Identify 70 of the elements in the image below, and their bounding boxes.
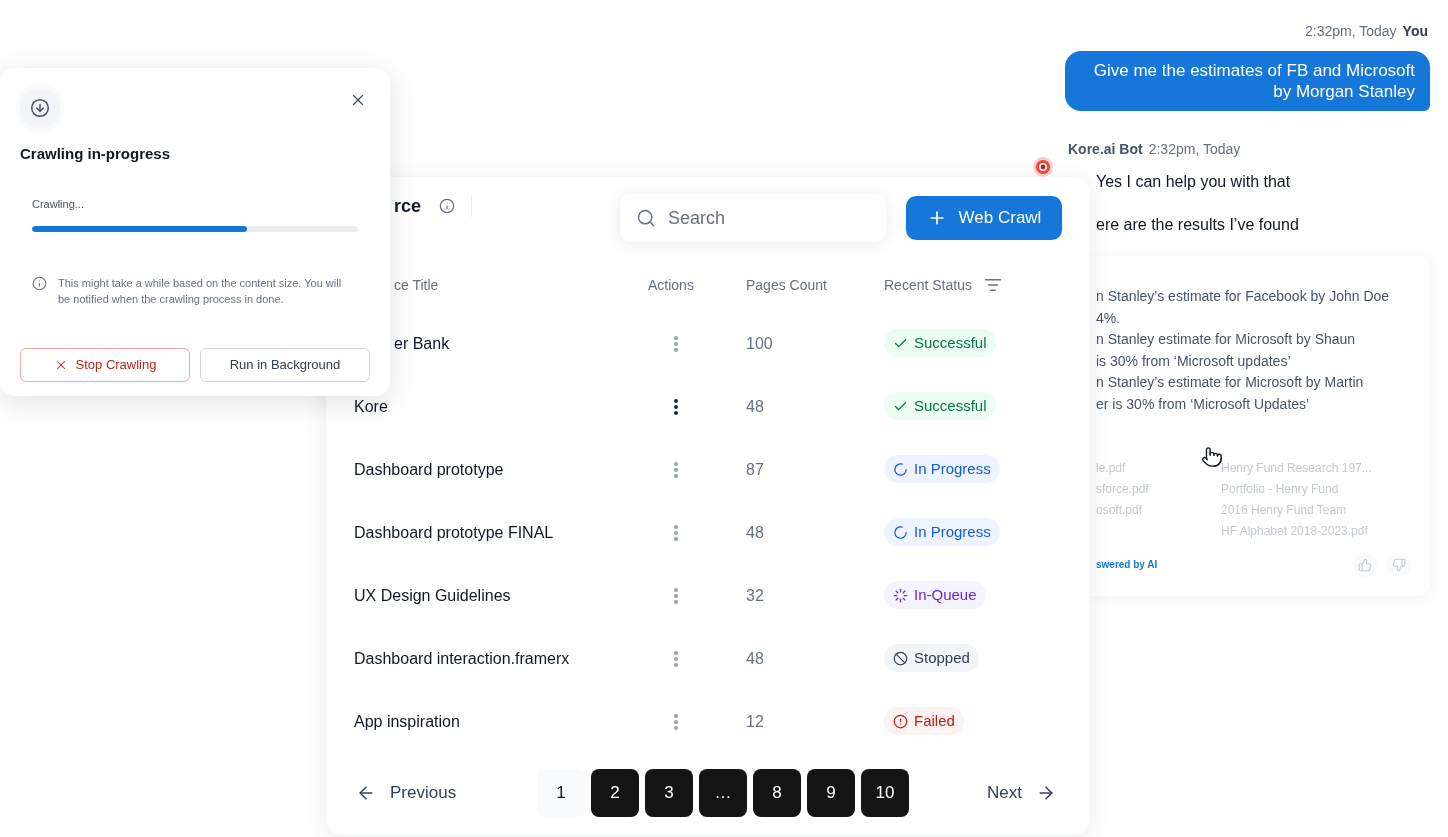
- status-label: Stopped: [914, 648, 970, 669]
- page-button[interactable]: 3: [645, 769, 693, 817]
- search-field[interactable]: Search: [620, 194, 886, 242]
- info-icon: [32, 276, 47, 291]
- status-label: In Progress: [914, 459, 991, 480]
- answer-text: n Stanley’s estimate for Microsoft by Martin: [1096, 373, 1364, 392]
- row-title: UX Design Guidelines: [354, 586, 511, 604]
- previous-button[interactable]: Previous: [356, 780, 457, 806]
- row-title: er Bank: [394, 334, 450, 352]
- pages-count: 48: [746, 649, 764, 667]
- page-button[interactable]: 10: [861, 769, 909, 817]
- status-label: Successful: [914, 396, 987, 417]
- message-time: 2:32pm, Today: [1305, 22, 1397, 41]
- row-title: App inspiration: [354, 712, 460, 730]
- bot-message-text: ere are the results I’ve found: [1096, 215, 1299, 235]
- spinner-icon: [893, 461, 908, 477]
- spinner-icon: [893, 524, 908, 540]
- page-button[interactable]: 8: [753, 769, 801, 817]
- pages-count: 12: [746, 712, 764, 730]
- web-crawl-button[interactable]: Web Crawl: [906, 196, 1062, 240]
- page-button[interactable]: 9: [807, 769, 855, 817]
- progress-label: Crawling...: [32, 197, 85, 211]
- dialog-title: Crawling in-progress: [20, 144, 172, 164]
- row-title: Dashboard prototype FINAL: [354, 523, 554, 541]
- answer-text: n Stanley’s estimate for Facebook by John Doe: [1096, 287, 1390, 306]
- column-header: Actions: [648, 276, 694, 295]
- thumbs-up-button[interactable]: [1353, 553, 1377, 577]
- status-label: In-Queue: [914, 585, 977, 606]
- answer-text: er is 30% from ‘Microsoft Updates’: [1096, 394, 1310, 414]
- row-title: Dashboard prototype: [354, 460, 504, 478]
- pages-count: 32: [746, 586, 764, 604]
- user-message-bubble: Give me the estimates of FB and Microsoft by Morgan Stanley: [1065, 51, 1430, 111]
- stop-crawling-button[interactable]: Stop Crawling: [20, 348, 190, 382]
- sender-name: Kore.ai Bot: [1068, 140, 1143, 159]
- row-title: Dashboard interaction.framerx: [354, 649, 570, 667]
- info-note: This might take a while based on the content size. You will be notified when the crawling process in done.: [58, 276, 343, 307]
- pages-count: 48: [746, 397, 764, 415]
- search-icon: [636, 208, 656, 228]
- status-label: Failed: [914, 711, 955, 732]
- column-header: Recent Status: [884, 276, 972, 295]
- answer-text: n Stanley estimate for Microsoft by Shaun: [1096, 330, 1356, 349]
- status-label: Successful: [914, 333, 987, 354]
- pages-count: 87: [746, 460, 764, 478]
- page-button[interactable]: …: [699, 769, 747, 817]
- ban-icon: [893, 650, 908, 666]
- run-in-background-button[interactable]: Run in Background: [200, 348, 370, 382]
- next-button[interactable]: Next: [987, 780, 1056, 806]
- filter-icon[interactable]: [983, 276, 1002, 294]
- thumbs-down-icon: [1392, 558, 1406, 572]
- answer-text: 4%.: [1096, 308, 1121, 328]
- loader-icon: [893, 587, 908, 603]
- row-title: Kore: [354, 397, 388, 415]
- pages-count: 48: [746, 523, 764, 541]
- page-button[interactable]: 1: [537, 769, 585, 817]
- page-button[interactable]: 2: [591, 769, 639, 817]
- info-icon[interactable]: [439, 198, 456, 214]
- alert-circle-icon: [893, 713, 908, 729]
- pages-count: 100: [746, 334, 773, 352]
- column-header: Pages Count: [746, 276, 827, 295]
- sender-name: You: [1402, 22, 1428, 41]
- thumbs-up-icon: [1358, 558, 1372, 572]
- hand-cursor-icon: [1201, 446, 1223, 468]
- page-title: rce: [394, 195, 422, 218]
- message-time: 2:32pm, Today: [1148, 140, 1241, 159]
- ai-note: swered by AI: [1096, 558, 1158, 572]
- status-label: In Progress: [914, 522, 991, 543]
- answer-text: is 30% from ‘Microsoft updates’: [1096, 351, 1291, 371]
- bot-message-text: Yes I can help you with that: [1096, 172, 1291, 192]
- thumbs-down-button[interactable]: [1387, 553, 1411, 577]
- column-header: ce Title: [394, 276, 439, 295]
